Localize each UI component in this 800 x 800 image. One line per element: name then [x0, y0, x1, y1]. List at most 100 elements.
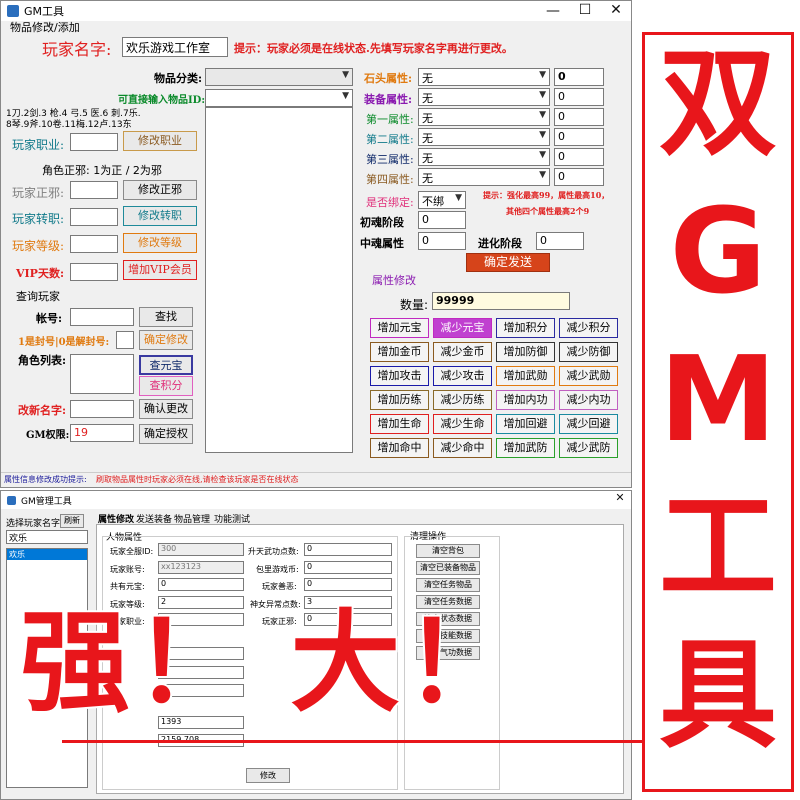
attr-button-4-1[interactable]: 减少生命: [433, 414, 492, 434]
clean-button-2[interactable]: 清空任务物品: [416, 578, 480, 592]
stone-attr-number[interactable]: 0: [554, 68, 604, 86]
attr3-number[interactable]: 0: [554, 148, 604, 166]
gm-input[interactable]: 19: [70, 424, 134, 442]
search-button[interactable]: 查找: [139, 307, 193, 327]
vip-input[interactable]: [70, 263, 118, 281]
clean-button-0[interactable]: 清空背包: [416, 544, 480, 558]
attr2-value: 无: [422, 132, 433, 145]
attr-button-2-0[interactable]: 增加攻击: [370, 366, 429, 386]
chevron-down-icon: ▼: [539, 170, 546, 180]
attr-button-1-1[interactable]: 减少金币: [433, 342, 492, 362]
player-list-item[interactable]: 欢乐: [7, 549, 87, 560]
transfer-input[interactable]: [70, 208, 118, 226]
account-label: 玩家账号:: [110, 565, 145, 574]
modify-job-button[interactable]: 修改职业: [123, 131, 197, 151]
stone-attr-select[interactable]: 无 ▼: [418, 68, 550, 86]
bag-field[interactable]: 0: [304, 561, 392, 574]
account-label: 帐号:: [36, 312, 63, 325]
clean-button-1[interactable]: 清空已装备物品: [416, 561, 480, 575]
attr-button-0-1[interactable]: 减少元宝: [433, 318, 492, 338]
level-input[interactable]: [70, 235, 118, 253]
status-text: 刷取物品属性时玩家必须在线,请检查该玩家是否在线状态: [96, 475, 299, 484]
attr1-select[interactable]: 无 ▼: [418, 108, 550, 126]
soul-init-input[interactable]: 0: [418, 211, 466, 229]
confirm-rename-button[interactable]: 确认更改: [139, 399, 193, 419]
role-list-box[interactable]: [70, 354, 134, 394]
attr-button-3-2[interactable]: 增加内功: [496, 390, 555, 410]
attr-button-4-2[interactable]: 增加回避: [496, 414, 555, 434]
send-button[interactable]: 确定发送: [466, 253, 550, 272]
attr-button-1-3[interactable]: 减少防御: [559, 342, 618, 362]
slogan-text: 强！ 大！: [18, 599, 519, 727]
attr-button-2-3[interactable]: 减少武勋: [559, 366, 618, 386]
vertical-title-char-0: 双: [658, 34, 777, 172]
attr-button-4-0[interactable]: 增加生命: [370, 414, 429, 434]
gm-label: GM权限:: [26, 430, 70, 441]
tab-2[interactable]: 物品管理: [174, 512, 210, 525]
tab-3[interactable]: 功能测试: [214, 512, 250, 525]
yuanbao-field[interactable]: 0: [158, 578, 244, 591]
alignment-input[interactable]: [70, 181, 118, 199]
attr4-select[interactable]: 无 ▼: [418, 168, 550, 186]
soul-mid-input[interactable]: 0: [418, 232, 466, 250]
attr4-number[interactable]: 0: [554, 168, 604, 186]
close-icon[interactable]: ✕: [612, 491, 628, 504]
gm-manager-titlebar: GM管理工具: [1, 491, 631, 509]
attr-button-3-1[interactable]: 减少历练: [433, 390, 492, 410]
account-input[interactable]: [70, 308, 134, 326]
modify-level-button[interactable]: 修改等级: [123, 233, 197, 253]
tab-0[interactable]: 属性修改: [98, 512, 134, 525]
attr-button-0-2[interactable]: 增加积分: [496, 318, 555, 338]
modify-transfer-button[interactable]: 修改转职: [123, 206, 197, 226]
vertical-title-char-4: 具: [658, 626, 777, 764]
attr-button-3-0[interactable]: 增加历练: [370, 390, 429, 410]
job-input[interactable]: [70, 133, 118, 151]
attr1-number[interactable]: 0: [554, 108, 604, 126]
modify-alignment-button[interactable]: 修改正邪: [123, 180, 197, 200]
ban-input[interactable]: [116, 331, 134, 349]
confirm-ban-button[interactable]: 确定修改: [139, 330, 193, 350]
attr2-select[interactable]: 无 ▼: [418, 128, 550, 146]
slogan-underline: [62, 740, 644, 743]
rename-input[interactable]: [70, 400, 134, 418]
close-icon[interactable]: ✕: [608, 2, 624, 18]
attr-button-5-2[interactable]: 增加武防: [496, 438, 555, 458]
attr-button-2-1[interactable]: 减少攻击: [433, 366, 492, 386]
equip-attr-select[interactable]: 无 ▼: [418, 88, 550, 106]
attr-button-0-0[interactable]: 增加元宝: [370, 318, 429, 338]
attr-button-4-3[interactable]: 减少回避: [559, 414, 618, 434]
attr-button-3-3[interactable]: 减少内功: [559, 390, 618, 410]
qty-input[interactable]: 99999: [432, 292, 570, 310]
refresh-button[interactable]: 刷新: [60, 514, 84, 528]
tab-1[interactable]: 发送装备: [136, 512, 172, 525]
item-category-select[interactable]: ▼: [205, 68, 353, 86]
player-name-input[interactable]: 欢乐游戏工作室: [122, 37, 228, 57]
item-id-select[interactable]: ▼: [205, 89, 353, 107]
check-points-button[interactable]: 查积分: [139, 376, 193, 396]
evolve-input[interactable]: 0: [536, 232, 584, 250]
check-yuanbao-button[interactable]: 查元宝: [139, 355, 193, 375]
minimize-icon[interactable]: —: [545, 3, 561, 19]
chevron-down-icon: ▼: [342, 91, 349, 101]
attr-button-5-0[interactable]: 增加命中: [370, 438, 429, 458]
bind-select[interactable]: 不绑 ▼: [418, 191, 466, 209]
item-list-box[interactable]: [205, 107, 353, 453]
attr-button-5-1[interactable]: 减少命中: [433, 438, 492, 458]
honor-field[interactable]: 0: [304, 578, 392, 591]
attr2-number[interactable]: 0: [554, 128, 604, 146]
player-search-input[interactable]: 欢乐: [6, 530, 88, 544]
add-vip-button[interactable]: 增加VIP会员: [123, 260, 197, 280]
attr3-select[interactable]: 无 ▼: [418, 148, 550, 166]
attr-button-2-2[interactable]: 增加武勋: [496, 366, 555, 386]
qty-label: 数量:: [400, 298, 429, 312]
confirm-gm-button[interactable]: 确定授权: [139, 424, 193, 444]
attr-button-5-3[interactable]: 减少武防: [559, 438, 618, 458]
attr-button-0-3[interactable]: 减少积分: [559, 318, 618, 338]
select-player-label: 选择玩家名字: [6, 519, 61, 529]
attr-button-1-0[interactable]: 增加金币: [370, 342, 429, 362]
martial-pts-field[interactable]: 0: [304, 543, 392, 556]
modify-button[interactable]: 修改: [246, 768, 290, 783]
maximize-icon[interactable]: ☐: [577, 2, 593, 18]
equip-attr-number[interactable]: 0: [554, 88, 604, 106]
attr-button-1-2[interactable]: 增加防御: [496, 342, 555, 362]
